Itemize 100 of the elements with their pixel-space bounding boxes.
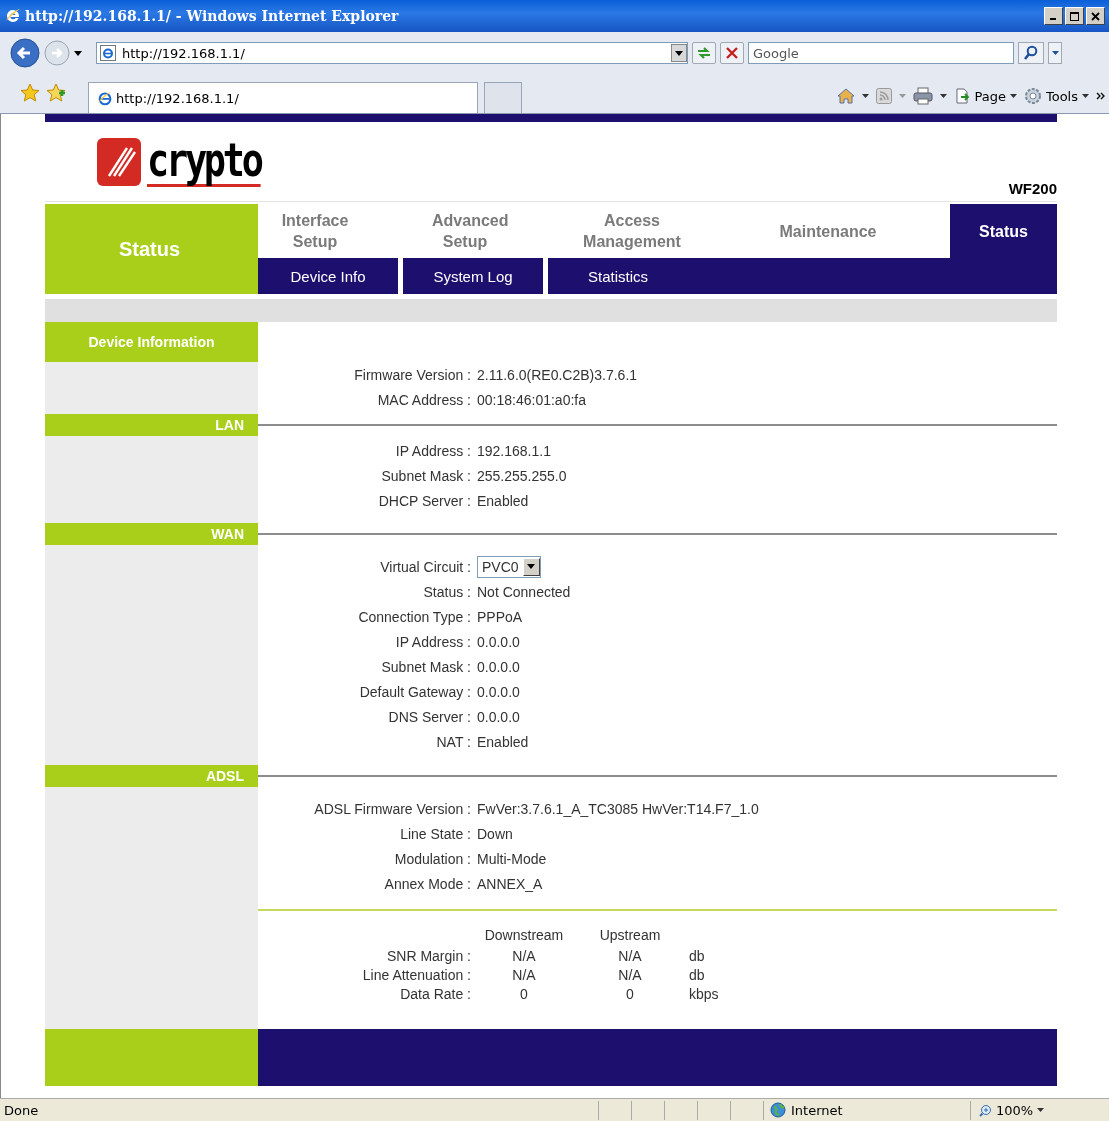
stat-label: Data Rate : (399, 984, 471, 1003)
field-label: Virtual Circuit : (379, 558, 471, 575)
field-label: ADSL Firmware Version : (313, 800, 471, 817)
zoom-button[interactable]: 100% (970, 1100, 1053, 1120)
unit-label: kbps (688, 984, 719, 1003)
caret-icon[interactable] (1009, 94, 1017, 98)
nav-tab[interactable]: Status (950, 204, 1057, 258)
browser-logo-icon (4, 7, 22, 25)
stat-value: N/A (511, 965, 537, 984)
caret-icon[interactable] (1051, 51, 1059, 55)
column-header: Upstream (598, 926, 662, 945)
stat-value: 0 (625, 984, 635, 1003)
subnav-link[interactable]: System Log (403, 258, 543, 294)
close-icon[interactable] (1091, 11, 1100, 21)
stat-value: 0 (519, 984, 529, 1003)
close-button[interactable] (1086, 7, 1105, 25)
field-label: NAT : (435, 733, 471, 750)
field-value: FwVer:3.7.6.1_A_TC3085 HwVer:T14.F7_1.0 (476, 800, 759, 817)
favorites-star-icon[interactable] (20, 83, 40, 103)
field-value: Enabled (476, 733, 529, 750)
field-label: Connection Type : (357, 608, 471, 625)
caret-icon[interactable] (862, 94, 870, 98)
field-value: Multi-Mode (476, 850, 547, 867)
home-icon[interactable] (837, 87, 856, 105)
stat-value: N/A (617, 946, 643, 965)
field-label: DHCP Server : (377, 492, 471, 509)
field-label: Line State : (399, 825, 471, 842)
field-value: Down (476, 825, 513, 842)
field-label: IP Address : (394, 442, 471, 459)
maximize-icon[interactable] (1070, 11, 1079, 21)
field-value: 0.0.0.0 (476, 633, 520, 650)
field-value: Enabled (476, 492, 529, 509)
search-options-button[interactable] (1048, 42, 1062, 64)
field-label: Firmware Version : (353, 366, 471, 383)
add-favorite-icon[interactable] (46, 83, 66, 103)
subnav-link[interactable]: Statistics (548, 258, 688, 294)
minimize-button[interactable] (1044, 7, 1063, 25)
browser-tab[interactable]: http://192.168.1.1/ (88, 82, 478, 113)
field-value: Not Connected (476, 583, 571, 600)
circuit-select[interactable]: PVC0 (477, 555, 541, 578)
caret-icon[interactable] (940, 94, 948, 98)
browser-logo-icon (97, 90, 113, 106)
search-icon[interactable] (1023, 45, 1039, 61)
status-text: Done (3, 1102, 40, 1118)
caret-icon[interactable] (1082, 94, 1089, 98)
caret-icon[interactable] (527, 564, 536, 569)
field-value: 0.0.0.0 (476, 683, 520, 700)
zoom-icon[interactable] (979, 1103, 992, 1117)
stat-label: Line Attenuation : (361, 965, 471, 984)
page-icon (100, 45, 116, 61)
stat-value: N/A (511, 946, 537, 965)
section-label: WAN (45, 523, 258, 545)
page-icon[interactable] (954, 88, 971, 104)
address-field[interactable]: http://192.168.1.1/ (96, 42, 688, 64)
field-label: Annex Mode : (383, 875, 471, 892)
unit-label: db (688, 965, 706, 984)
field-label: Subnet Mask : (380, 467, 471, 484)
stop-icon[interactable] (726, 47, 738, 59)
field-label: DNS Server : (387, 708, 471, 725)
unit-label: db (688, 946, 706, 965)
maximize-button[interactable] (1065, 7, 1084, 25)
field-label: IP Address : (394, 633, 471, 650)
dropdown-caret-icon[interactable] (74, 50, 82, 56)
stat-label: SNR Margin : (385, 946, 471, 965)
section-title: Status (45, 204, 258, 294)
field-value: 0.0.0.0 (476, 658, 520, 675)
stop-button[interactable] (720, 42, 744, 64)
security-zone: Internet (763, 1100, 970, 1120)
field-label: Modulation : (393, 850, 471, 867)
section-label: LAN (45, 414, 258, 436)
caret-icon[interactable] (1037, 1108, 1045, 1112)
field-value: 00:18:46:01:a0:fa (476, 391, 586, 408)
section-label: ADSL (45, 765, 258, 787)
field-value: 192.168.1.1 (476, 442, 551, 459)
search-button[interactable] (1018, 42, 1044, 64)
model-name: WF200 (1008, 180, 1057, 197)
field-label: MAC Address : (376, 391, 471, 408)
search-field[interactable]: Google (748, 42, 1014, 64)
page-menu-button[interactable]: Page (954, 88, 1017, 104)
field-value: ANNEX_A (476, 875, 543, 892)
field-value: 2.11.6.0(RE0.C2B)3.7.6.1 (476, 366, 638, 383)
stat-value: N/A (617, 965, 643, 984)
field-value: 255.255.255.0 (476, 467, 567, 484)
subnav-link[interactable]: Device Info (258, 258, 398, 294)
field-label: Default Gateway : (358, 683, 471, 700)
chevron-icon[interactable] (1096, 92, 1105, 100)
column-header: Downstream (483, 926, 565, 945)
globe-icon (770, 1102, 786, 1118)
field-label: Subnet Mask : (380, 658, 471, 675)
logo-mark-icon (97, 137, 141, 186)
printer-icon[interactable] (913, 87, 934, 105)
window-title: http://192.168.1.1/ - Windows Internet Explorer (25, 8, 400, 24)
dropdown-icon[interactable] (671, 44, 687, 62)
logo-text: crypto (147, 136, 261, 187)
tools-menu-button[interactable]: Tools (1023, 87, 1089, 105)
section-label: Device Information (45, 322, 258, 362)
field-value: 0.0.0.0 (476, 708, 520, 725)
back-button[interactable] (10, 38, 40, 68)
field-value: PPPoA (476, 608, 523, 625)
gear-icon[interactable] (1023, 87, 1042, 105)
